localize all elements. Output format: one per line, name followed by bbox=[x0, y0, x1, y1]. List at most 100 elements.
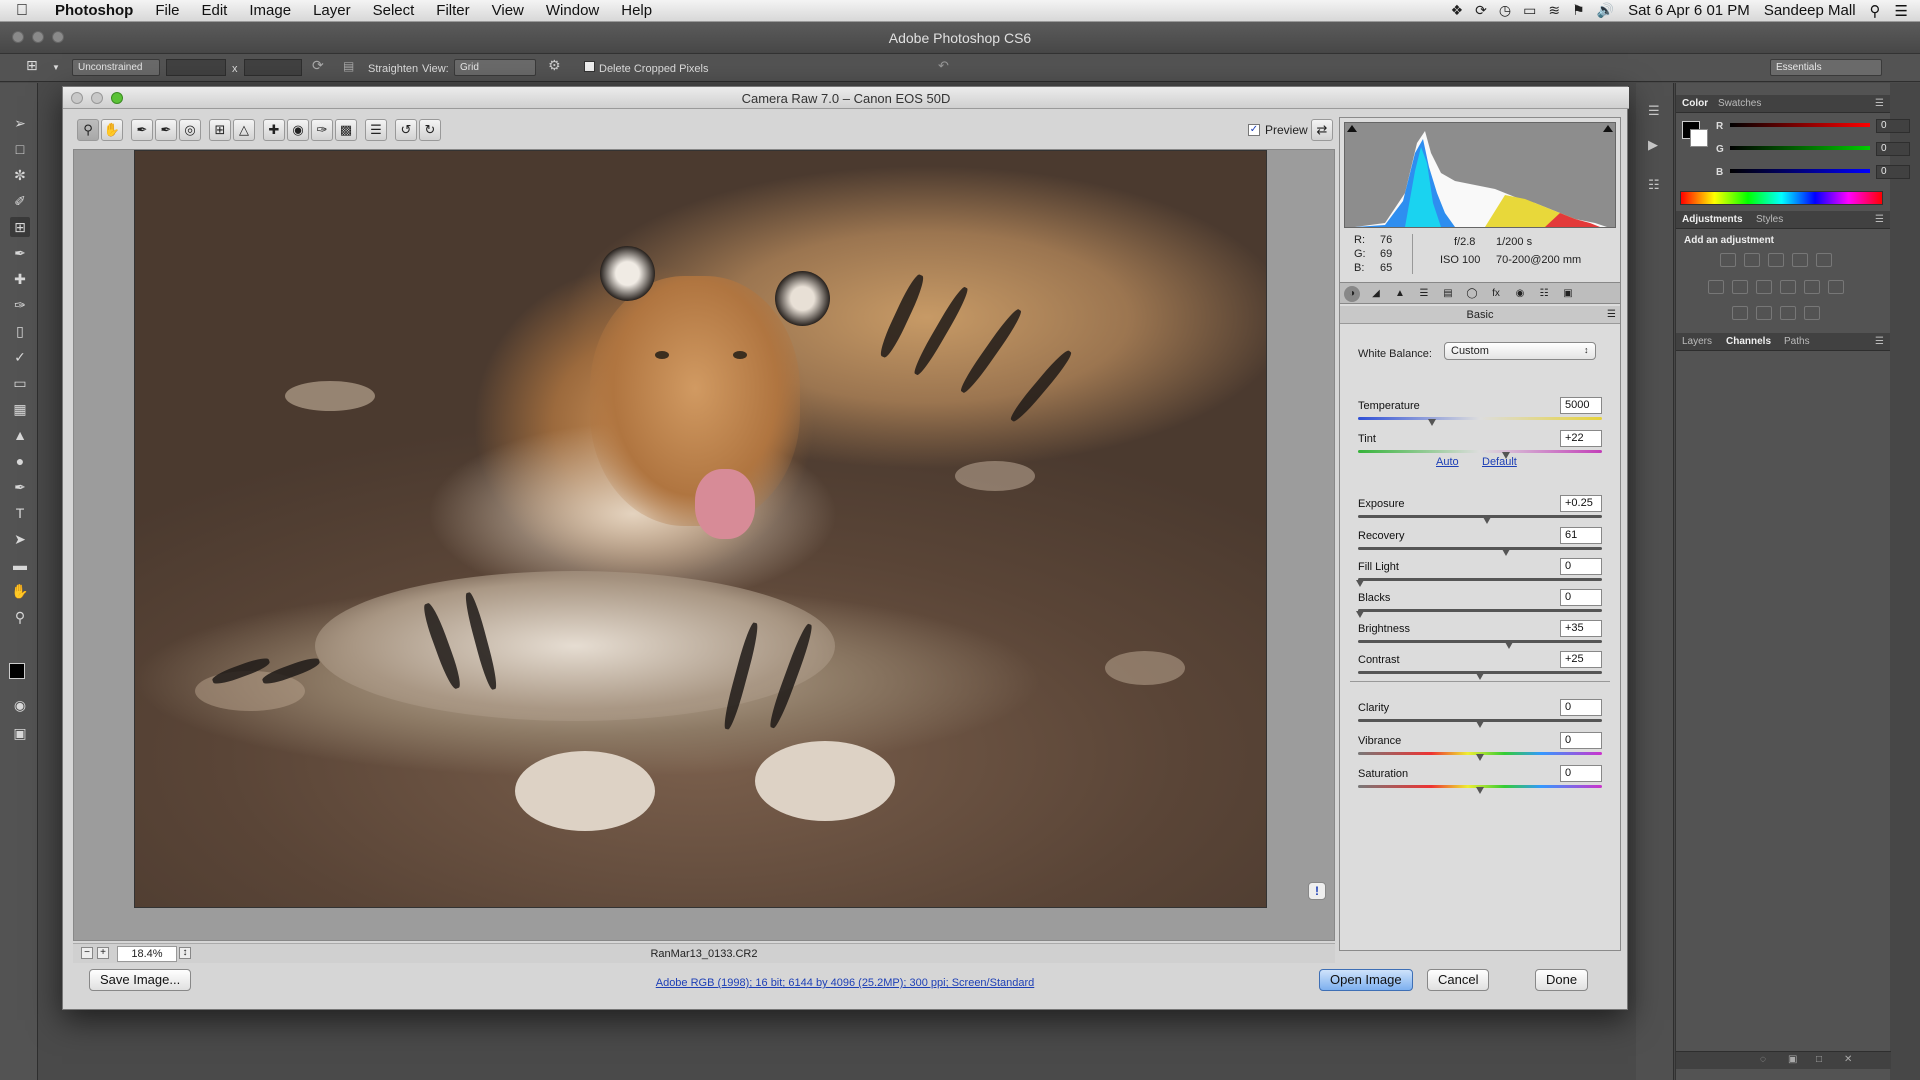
marquee-tool-icon[interactable]: □ bbox=[10, 139, 30, 159]
presets-tab-icon[interactable]: ☷ bbox=[1536, 286, 1552, 302]
slider-thumb[interactable] bbox=[1356, 611, 1364, 618]
detail-tab-icon[interactable]: ▲ bbox=[1392, 286, 1408, 302]
tab-color[interactable]: Color bbox=[1682, 98, 1708, 109]
straighten-tool-icon[interactable]: △ bbox=[233, 119, 255, 141]
slider-value-field[interactable]: 61 bbox=[1560, 527, 1602, 544]
tab-swatches[interactable]: Swatches bbox=[1718, 98, 1761, 109]
slider-thumb[interactable] bbox=[1483, 517, 1492, 524]
tiger-photo-preview[interactable] bbox=[134, 150, 1267, 908]
tab-paths[interactable]: Paths bbox=[1784, 336, 1810, 347]
tone-curve-tab-icon[interactable]: ◢ bbox=[1368, 286, 1384, 302]
menu-view[interactable]: View bbox=[481, 2, 535, 19]
curves-adjustment-icon[interactable] bbox=[1768, 253, 1784, 267]
panel-menu-icon[interactable]: ☰ bbox=[1875, 336, 1884, 347]
basic-tab-icon[interactable]: ◑ bbox=[1344, 286, 1360, 302]
levels-adjustment-icon[interactable] bbox=[1744, 253, 1760, 267]
menu-layer[interactable]: Layer bbox=[302, 2, 362, 19]
hand-tool-icon[interactable]: ✋ bbox=[101, 119, 123, 141]
menu-select[interactable]: Select bbox=[362, 2, 426, 19]
actions-panel-icon[interactable]: ▶ bbox=[1648, 137, 1658, 153]
slider-thumb[interactable] bbox=[1428, 419, 1436, 426]
rotate-cw-icon[interactable]: ↻ bbox=[419, 119, 441, 141]
battery-icon[interactable]: ▭ bbox=[1523, 2, 1536, 19]
auto-link[interactable]: Auto bbox=[1436, 456, 1459, 468]
slider-thumb[interactable] bbox=[1476, 754, 1484, 761]
spotlight-icon[interactable]: ⚲ bbox=[1870, 2, 1881, 20]
blue-slider[interactable] bbox=[1730, 169, 1870, 173]
fullscreen-toggle-icon[interactable]: ⇄ bbox=[1311, 119, 1333, 141]
hand-tool-icon[interactable]: ✋ bbox=[10, 581, 30, 601]
brush-tool-icon[interactable]: ✑ bbox=[10, 295, 30, 315]
trash-icon[interactable]: ✕ bbox=[1844, 1054, 1852, 1065]
menu-edit[interactable]: Edit bbox=[191, 2, 239, 19]
stamp-tool-icon[interactable]: ▯ bbox=[10, 321, 30, 341]
slider-track[interactable] bbox=[1358, 547, 1602, 550]
path-select-tool-icon[interactable]: ➤ bbox=[10, 529, 30, 549]
lens-corrections-tab-icon[interactable]: ◯ bbox=[1464, 286, 1480, 302]
green-slider[interactable] bbox=[1730, 146, 1870, 150]
spot-removal-tool-icon[interactable]: ✚ bbox=[263, 119, 285, 141]
done-button[interactable]: Done bbox=[1535, 969, 1589, 991]
save-selection-icon[interactable]: ▣ bbox=[1788, 1054, 1797, 1065]
blur-tool-icon[interactable]: ▲ bbox=[10, 425, 30, 445]
slider-value-field[interactable]: 0 bbox=[1560, 589, 1602, 606]
menu-file[interactable]: File bbox=[144, 2, 190, 19]
menu-image[interactable]: Image bbox=[238, 2, 302, 19]
default-link[interactable]: Default bbox=[1482, 456, 1517, 468]
slider-thumb[interactable] bbox=[1502, 452, 1511, 459]
apple-menu-icon[interactable]:  bbox=[0, 2, 44, 20]
slider-value-field[interactable]: +0.25 bbox=[1560, 495, 1602, 512]
straighten-icon[interactable]: ▤ bbox=[343, 59, 354, 73]
history-panel-icon[interactable]: ☰ bbox=[1648, 103, 1660, 119]
lasso-tool-icon[interactable]: ✼ bbox=[10, 165, 30, 185]
panel-menu-icon[interactable]: ☰ bbox=[1607, 306, 1616, 324]
crop-tool-icon[interactable]: ⊞ bbox=[209, 119, 231, 141]
slider-track[interactable] bbox=[1358, 417, 1602, 420]
slider-track[interactable] bbox=[1358, 515, 1602, 518]
gradient-map-adjustment-icon[interactable] bbox=[1804, 306, 1820, 320]
eraser-tool-icon[interactable]: ▭ bbox=[10, 373, 30, 393]
invert-adjustment-icon[interactable] bbox=[1732, 306, 1748, 320]
channel-mixer-adjustment-icon[interactable] bbox=[1804, 280, 1820, 294]
menu-window[interactable]: Window bbox=[535, 2, 610, 19]
reset-icon[interactable]: ↶ bbox=[938, 58, 949, 74]
vibrance-adjustment-icon[interactable] bbox=[1816, 253, 1832, 267]
info-icon[interactable]: ! bbox=[1308, 882, 1326, 900]
bg-color-swatch[interactable] bbox=[1690, 129, 1708, 147]
quick-mask-icon[interactable]: ◉ bbox=[10, 695, 30, 715]
white-balance-select[interactable]: Custom bbox=[1444, 342, 1596, 360]
tab-styles[interactable]: Styles bbox=[1756, 214, 1783, 225]
dropbox-icon[interactable]: ❖ bbox=[1451, 2, 1464, 19]
gear-icon[interactable]: ⚙ bbox=[548, 57, 561, 74]
exposure-adjustment-icon[interactable] bbox=[1792, 253, 1808, 267]
tab-channels[interactable]: Channels bbox=[1726, 336, 1771, 347]
slider-thumb[interactable] bbox=[1476, 787, 1484, 794]
split-toning-tab-icon[interactable]: ▤ bbox=[1440, 286, 1456, 302]
panel-menu-icon[interactable]: ☰ bbox=[1875, 214, 1884, 225]
blue-value[interactable]: 0 bbox=[1876, 165, 1910, 179]
delete-cropped-checkbox[interactable] bbox=[584, 61, 595, 72]
gradient-tool-icon[interactable]: ▦ bbox=[10, 399, 30, 419]
flag-icon[interactable]: ⚑ bbox=[1572, 2, 1585, 19]
chevron-down-icon[interactable]: ▼ bbox=[52, 63, 60, 72]
tab-adjustments[interactable]: Adjustments bbox=[1682, 214, 1743, 225]
shape-tool-icon[interactable]: ▬ bbox=[10, 555, 30, 575]
slider-value-field[interactable]: 0 bbox=[1560, 558, 1602, 575]
zoom-tool-icon[interactable]: ⚲ bbox=[10, 607, 30, 627]
slider-track[interactable] bbox=[1358, 578, 1602, 581]
slider-value-field[interactable]: +25 bbox=[1560, 651, 1602, 668]
slider-track[interactable] bbox=[1358, 640, 1602, 643]
zoom-tool-icon[interactable]: ⚲ bbox=[77, 119, 99, 141]
width-field[interactable] bbox=[166, 59, 226, 76]
red-value[interactable]: 0 bbox=[1876, 119, 1910, 133]
tab-layers[interactable]: Layers bbox=[1682, 336, 1712, 347]
time-machine-icon[interactable]: ◷ bbox=[1499, 2, 1511, 19]
slider-thumb[interactable] bbox=[1504, 642, 1513, 649]
preview-checkbox[interactable]: ✓ bbox=[1248, 124, 1260, 136]
user-name[interactable]: Sandeep Mall bbox=[1764, 2, 1856, 19]
preview-label[interactable]: Preview bbox=[1265, 123, 1308, 137]
properties-panel-icon[interactable]: ☷ bbox=[1648, 177, 1660, 193]
posterize-adjustment-icon[interactable] bbox=[1756, 306, 1772, 320]
height-field[interactable] bbox=[244, 59, 302, 76]
open-image-button[interactable]: Open Image bbox=[1319, 969, 1413, 991]
